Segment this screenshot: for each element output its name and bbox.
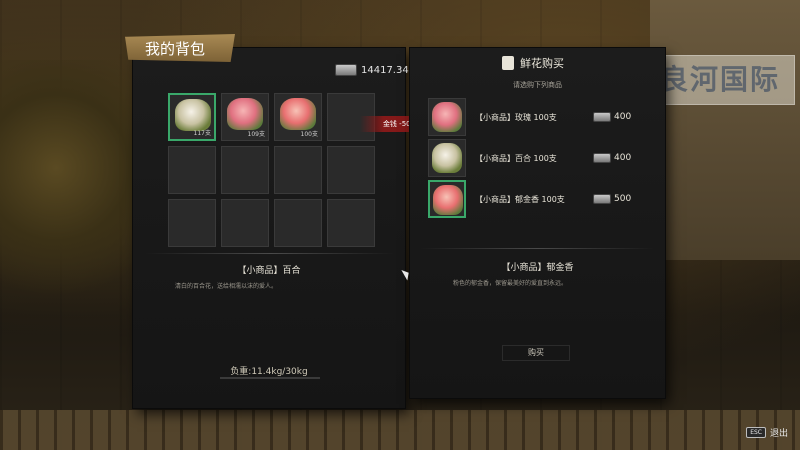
- bag-weight: 负重:11.4kg/30kg: [230, 367, 308, 377]
- lily-icon: [175, 99, 211, 131]
- bag-slot-rose[interactable]: 109支: [221, 93, 269, 141]
- exit-label: 退出: [769, 429, 788, 439]
- bag-slot-empty[interactable]: [327, 146, 375, 194]
- shop-item-tulip[interactable]: 【小商品】郁金香 100支 500: [428, 180, 631, 218]
- money-amount: 14417.34: [361, 64, 409, 76]
- bag-slot-empty[interactable]: [221, 146, 269, 194]
- shop-item-label: 【小商品】百合 100支: [475, 153, 557, 163]
- bag-selected-item-desc: 清白的百合花，送给相濡以沫的爱人。: [175, 283, 278, 290]
- money-display: 14417.34: [335, 64, 409, 76]
- lily-icon: [432, 143, 462, 173]
- bag-title: 我的背包: [125, 34, 235, 62]
- buy-button[interactable]: 购买: [502, 345, 570, 361]
- background-sign-text: 良河国际: [659, 63, 780, 96]
- slot-count: 117支: [193, 130, 211, 137]
- bag-slot-empty[interactable]: [221, 199, 269, 247]
- bag-selected-item-name: 【小商品】百合: [237, 266, 301, 276]
- money-icon: [335, 64, 357, 76]
- shop-item-price: 400: [614, 112, 632, 122]
- slot-count: 100支: [300, 131, 318, 138]
- background-building: [650, 0, 800, 260]
- shop-item-label: 【小商品】玫瑰 100支: [475, 112, 557, 122]
- bag-slot-lily[interactable]: 117支: [168, 93, 216, 141]
- shop-item-thumb: [428, 98, 466, 136]
- esc-key-icon: ESC: [746, 427, 766, 438]
- bag-divider: [145, 253, 395, 254]
- money-icon: [593, 112, 611, 122]
- shop-subtitle: 请选购下列商品: [513, 81, 562, 89]
- weight-underline: [220, 377, 320, 379]
- shop-item-thumb: [428, 180, 466, 218]
- rose-icon: [432, 102, 462, 132]
- exit-control[interactable]: ESC 退出: [746, 426, 788, 439]
- background-railing: [0, 410, 800, 450]
- bag-slot-empty[interactable]: [274, 199, 322, 247]
- tulip-icon: [280, 98, 316, 130]
- shop-item-label: 【小商品】郁金香 100支: [475, 194, 565, 204]
- bag-slot-tulip[interactable]: 100支: [274, 93, 322, 141]
- tulip-icon: [433, 185, 463, 215]
- shop-item-rose[interactable]: 【小商品】玫瑰 100支 400: [428, 98, 631, 136]
- money-icon: [593, 153, 611, 163]
- shop-selected-item-desc: 粉色的郁金香，保留最美好的爱直到永远。: [453, 280, 568, 287]
- shop-item-price: 500: [614, 194, 632, 204]
- shop-title: 鲜花购买: [520, 57, 564, 70]
- money-icon: [593, 194, 611, 204]
- shop-item-price: 400: [614, 153, 632, 163]
- bag-slot-empty[interactable]: [168, 146, 216, 194]
- slot-count: 109支: [247, 131, 265, 138]
- bag-slot-empty[interactable]: [327, 199, 375, 247]
- bag-grid: 117支 109支 100支: [168, 93, 375, 247]
- scroll-icon: [502, 56, 514, 70]
- shop-item-lily[interactable]: 【小商品】百合 100支 400: [428, 139, 631, 177]
- shop-selected-item-name: 【小商品】郁金香: [501, 263, 574, 273]
- shop-item-thumb: [428, 139, 466, 177]
- background-tree: [0, 60, 140, 330]
- bag-slot-empty[interactable]: [168, 199, 216, 247]
- rose-icon: [227, 98, 263, 130]
- bag-slot-empty[interactable]: [274, 146, 322, 194]
- shop-divider: [420, 248, 655, 249]
- shop-header: 鲜花购买: [502, 55, 564, 71]
